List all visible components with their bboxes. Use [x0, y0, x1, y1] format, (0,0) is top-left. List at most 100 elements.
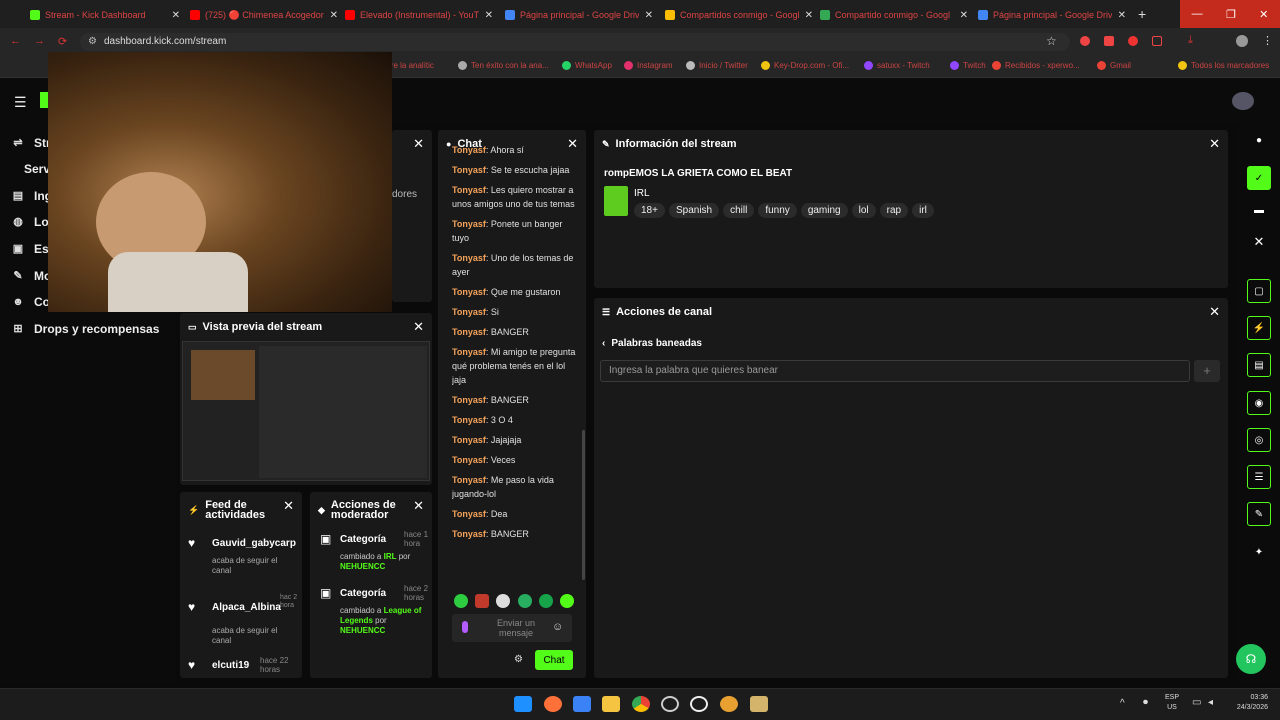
extension-icon[interactable] [1104, 36, 1114, 46]
emote-icon[interactable] [538, 594, 553, 608]
chat-username[interactable]: Tonyasf [452, 395, 486, 405]
chevron-up-icon[interactable]: ^ [1120, 698, 1125, 709]
bookmark-item[interactable]: Inicio / Twitter [686, 61, 748, 70]
stream-tag[interactable]: chill [723, 203, 755, 218]
tab-close-icon[interactable]: ✕ [479, 10, 493, 21]
browser-tab[interactable]: Elevado (Instrumental) - YouTu ✕ [345, 4, 493, 26]
info-icon[interactable]: ● [1247, 128, 1271, 152]
clock[interactable]: 03:36 24/3/2026 [1224, 693, 1268, 713]
microphone-icon[interactable] [462, 621, 468, 633]
bookmark-item[interactable]: Recibidos - xperwo... [992, 61, 1080, 70]
sidebar-item-stream[interactable]: ⇌ Str [12, 136, 50, 150]
add-word-button[interactable]: + [1194, 360, 1220, 382]
layout-icon[interactable]: ▬ [1247, 198, 1271, 222]
stream-tag[interactable]: lol [851, 203, 876, 218]
media-player-icon[interactable] [690, 696, 708, 712]
browser-tab[interactable]: Compartidos conmigo - Googl ✕ [665, 4, 813, 26]
close-icon[interactable]: ✕ [1247, 230, 1271, 254]
browser-tab[interactable]: Compartido conmigo - Googl ✕ [820, 4, 968, 26]
forward-icon[interactable]: → [34, 35, 45, 47]
check-icon[interactable]: ✓ [1247, 166, 1271, 190]
chat-username[interactable]: Tonyasf [452, 165, 486, 175]
language-indicator[interactable]: ESP US [1160, 693, 1184, 713]
close-icon[interactable]: ✕ [413, 319, 424, 335]
stream-tag[interactable]: gaming [800, 203, 848, 218]
minimize-icon[interactable]: — [1192, 8, 1203, 20]
hamburger-menu-icon[interactable]: ☰ [14, 94, 27, 111]
extension-icon[interactable] [1080, 36, 1090, 46]
tab-close-icon[interactable]: ✕ [639, 10, 653, 21]
chat-username[interactable]: Tonyasf [452, 347, 486, 357]
bookmark-item[interactable]: Ten éxito con la ana... [458, 61, 549, 70]
tab-close-icon[interactable]: ✕ [1112, 10, 1126, 21]
emote-icon[interactable] [517, 594, 532, 608]
profile-avatar-icon[interactable] [1236, 35, 1248, 47]
user-avatar[interactable] [1232, 92, 1254, 110]
chat-send-button[interactable]: Chat [535, 650, 573, 670]
menu-dots-icon[interactable]: ⋮ [1262, 34, 1273, 47]
shapes-icon[interactable]: ✦ [1247, 540, 1271, 564]
support-headset-icon[interactable]: ☊ [1236, 644, 1266, 674]
stream-tag[interactable]: 18+ [634, 203, 665, 218]
chat-scrollbar[interactable] [582, 430, 585, 580]
browser-tab[interactable]: Página principal - Google Drive ✕ [505, 4, 653, 26]
document-icon[interactable]: ▤ [1247, 353, 1271, 377]
chat-username[interactable]: Tonyasf [452, 435, 486, 445]
close-icon[interactable]: ✕ [1259, 8, 1268, 21]
chat-username[interactable]: Tonyasf [452, 287, 486, 297]
chat-username[interactable]: Tonyasf [452, 253, 486, 263]
firefox-icon[interactable] [544, 696, 562, 712]
volume-icon[interactable]: ◂ [1208, 697, 1213, 708]
chat-username[interactable]: Tonyasf [452, 529, 486, 539]
stream-tag[interactable]: Spanish [668, 203, 720, 218]
preview-video[interactable] [182, 341, 430, 481]
sidebar-item-stats[interactable]: ▣ Est [12, 242, 53, 256]
chat-username[interactable]: Tonyasf [452, 415, 486, 425]
chat-username[interactable]: Tonyasf [452, 219, 486, 229]
chat-icon[interactable]: ◉ [1247, 391, 1271, 415]
new-tab-button[interactable]: + [1138, 6, 1146, 22]
extension-icon[interactable] [1152, 36, 1162, 46]
close-icon[interactable]: ✕ [1209, 304, 1220, 320]
emote-icon[interactable] [559, 594, 574, 608]
tab-close-icon[interactable]: ✕ [166, 10, 180, 21]
sidebar-item-drops[interactable]: ⊞ Drops y recompensas [12, 322, 159, 336]
site-info-icon[interactable]: ⚙ [88, 33, 97, 51]
back-icon[interactable]: ← [10, 35, 21, 47]
windows-start-icon[interactable] [514, 696, 532, 712]
stream-tag[interactable]: rap [879, 203, 909, 218]
sidebar-item-moderation[interactable]: ✎ Mo [12, 269, 51, 283]
chat-username[interactable]: Tonyasf [452, 455, 486, 465]
bookmark-star-icon[interactable]: ☆ [1046, 34, 1057, 48]
bookmark-item[interactable]: Key-Drop.com - Ofi... [761, 61, 849, 70]
bookmark-item[interactable]: Twitch [950, 61, 986, 70]
chat-username[interactable]: Tonyasf [452, 475, 486, 485]
emoji-picker-icon[interactable]: ☺ [552, 621, 563, 633]
banned-word-input[interactable]: Ingresa la palabra que quieres banear [600, 360, 1190, 382]
chat-username[interactable]: Tonyasf [452, 307, 486, 317]
broadcast-icon[interactable]: ◎ [1247, 428, 1271, 452]
url-field[interactable]: ⚙ dashboard.kick.com/stream [80, 33, 1070, 51]
emote-icon[interactable] [454, 594, 468, 608]
browser-tab[interactable]: (725) 🔴 Chimenea Acogedora ✕ [190, 4, 338, 26]
close-icon[interactable]: ✕ [413, 498, 424, 514]
chat-settings-icon[interactable]: ⚙ [514, 654, 523, 665]
chrome-icon[interactable] [632, 696, 650, 712]
bolt-icon[interactable]: ⚡ [1247, 316, 1271, 340]
chat-username[interactable]: Tonyasf [452, 327, 486, 337]
stream-tag[interactable]: irl [912, 203, 934, 218]
chat-username[interactable]: Tonyasf [452, 185, 486, 195]
list-icon[interactable]: ☰ [1247, 465, 1271, 489]
chat-username[interactable]: Tonyasf [452, 509, 486, 519]
tab-close-icon[interactable]: ✕ [324, 10, 338, 21]
chat-message-list[interactable]: Tonyasf: Ahora sí Tonyasf: Se te escucha … [452, 143, 578, 579]
tab-close-icon[interactable]: ✕ [954, 10, 968, 21]
sidebar-item-community[interactable]: ☻ Co [12, 295, 50, 309]
wrench-icon[interactable]: ✎ [1247, 502, 1271, 526]
bookmark-item[interactable]: Instagram [624, 61, 673, 70]
bookmark-item[interactable]: satuxx - Twitch [864, 61, 930, 70]
emote-icon[interactable] [475, 594, 490, 608]
tab-close-icon[interactable]: ✕ [799, 10, 813, 21]
app-icon[interactable] [750, 696, 768, 712]
app-icon[interactable] [573, 696, 591, 712]
